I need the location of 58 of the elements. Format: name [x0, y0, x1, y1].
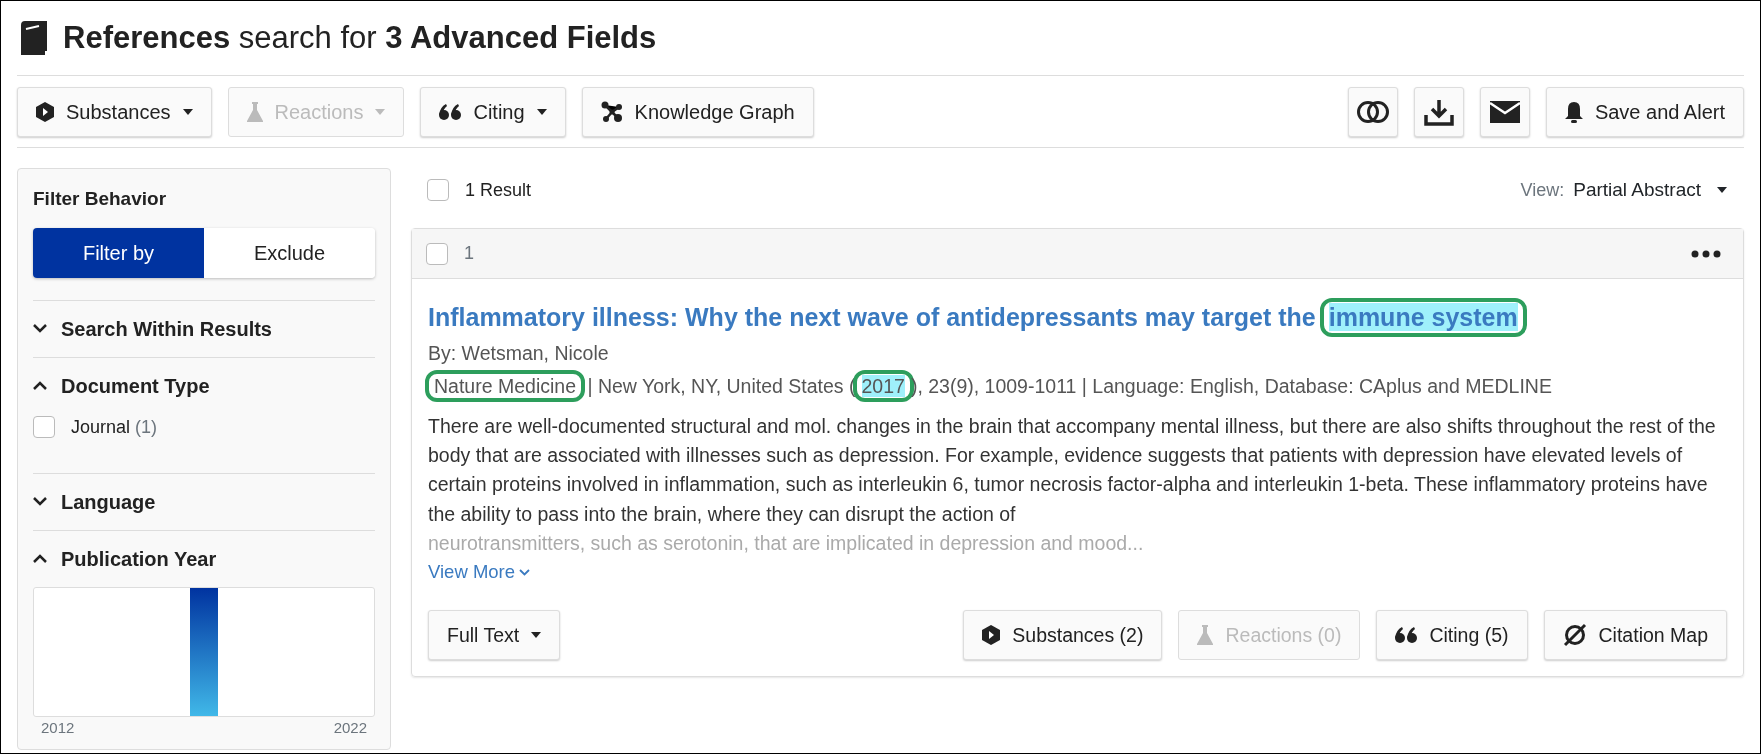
abstract-faded-text: neurotransmitters, such as serotonin, that are implicated in depression and mood...	[428, 530, 1145, 556]
option-label: Journal (1)	[71, 415, 158, 439]
section-header[interactable]: Language	[33, 489, 375, 514]
axis-label: 2022	[333, 717, 367, 738]
section-header[interactable]: Publication Year	[33, 546, 375, 571]
hexagon-icon	[982, 625, 1001, 646]
abstract-text: There are well-documented structural and mol. changes in the brain that accompany mental illness, but there are also shifts throughout the rest of the body that are associated with illnesses such as depression. For example, evidence suggests that patients with depression have elevated levels of certain proteins involved in inflammation, such as interleukin 6, tumor necrosis factor-alpha and interleukin 1-beta. These inflammatory proteins have the ability to pass into the brain, where they can disrupt the action of	[428, 413, 1717, 527]
source-text: 2017	[861, 374, 905, 397]
quote-icon	[439, 103, 462, 120]
substances-button[interactable]: Substances	[17, 86, 212, 137]
filter-mode-toggle[interactable]: Filter by	[33, 227, 204, 278]
download-button[interactable]	[1413, 86, 1464, 137]
email-button[interactable]	[1479, 86, 1530, 137]
select-all-checkbox[interactable]	[427, 179, 449, 201]
source-text: | New York, NY, United States (	[586, 374, 856, 397]
section-header[interactable]: Document Type	[33, 373, 375, 398]
view-label: View:	[1520, 178, 1565, 202]
source-text: Nature Medicine	[434, 374, 576, 397]
section-header[interactable]: Search Within Results	[33, 316, 375, 341]
chevron-down-icon	[519, 568, 531, 576]
flask-icon	[246, 101, 263, 122]
citing-button[interactable]: Citing	[420, 86, 566, 137]
circle-slash-icon	[1562, 623, 1587, 648]
flask-icon	[1197, 625, 1214, 646]
citing-button[interactable]: Citing (5)	[1376, 610, 1528, 661]
quote-icon	[1395, 627, 1418, 644]
checkbox[interactable]	[426, 242, 448, 265]
chevron-up-icon	[33, 554, 47, 563]
alert-button[interactable]: Save and Alert	[1545, 86, 1744, 137]
author-line: By: Wetsman, Nicole	[428, 341, 610, 367]
filter-mode-toggle[interactable]: Exclude	[204, 227, 375, 278]
result-title-link[interactable]: Inflammatory illness: Why the next wave of antidepressants may target the immune system	[428, 295, 1727, 341]
envelope-icon	[1488, 99, 1521, 124]
result-count: 1 Result	[465, 178, 532, 202]
fulltext-button[interactable]: Full Text	[428, 610, 561, 661]
page-title: References search for 3 Advanced Fields	[63, 19, 657, 57]
more-options-icon[interactable]	[1691, 249, 1721, 258]
axis-label: 2012	[41, 717, 75, 738]
filter-heading: Filter Behavior	[33, 187, 168, 211]
bell-icon	[1564, 100, 1583, 123]
result-number: 1	[464, 242, 474, 265]
hexagon-icon	[36, 101, 54, 122]
graph-nodes-icon	[600, 100, 623, 123]
view-more-link[interactable]: View More	[428, 558, 531, 586]
combine-button[interactable]	[1347, 86, 1398, 137]
callout-frame: immune system	[1319, 298, 1527, 338]
checkbox[interactable]	[33, 416, 55, 438]
graph-button[interactable]: Knowledge Graph	[581, 86, 814, 137]
chevron-down-icon	[33, 324, 47, 333]
chevron-up-icon	[33, 381, 47, 390]
map-button[interactable]: Citation Map	[1543, 610, 1727, 661]
substances-button[interactable]: Substances (2)	[963, 610, 1163, 661]
download-icon	[1423, 97, 1454, 126]
overlapping-rings-icon	[1355, 99, 1390, 124]
book-icon	[19, 21, 47, 55]
chevron-down-icon	[33, 497, 47, 506]
view-dropdown[interactable]: Partial Abstract	[1572, 174, 1728, 206]
caret-icon	[1717, 187, 1727, 193]
